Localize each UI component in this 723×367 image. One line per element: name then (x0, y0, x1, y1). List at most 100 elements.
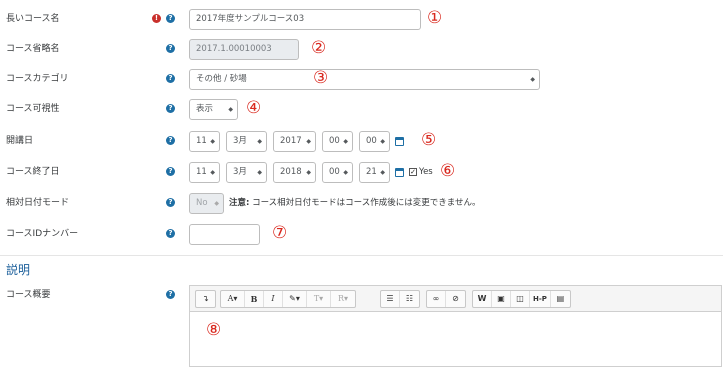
idnumber-input[interactable] (189, 224, 260, 245)
fullname-row: 長いコース名 ! ? 2017年度サンプルコース03 ① (0, 8, 723, 30)
font-size-icon[interactable]: T▾ (307, 291, 331, 307)
enddate-month-value: 3月 (233, 167, 247, 177)
required-icon: ! (152, 14, 161, 23)
relativedates-select[interactable]: No ◆ (189, 193, 224, 214)
relativedates-row: 相対日付モード ? No ◆ 注意: コース相対日付モードはコース作成後には変更… (0, 192, 723, 214)
summary-label: コース概要 (6, 290, 51, 300)
enddate-hour-select[interactable]: 00 ◆ (322, 162, 353, 183)
enddate-day-select[interactable]: 11 ◆ (189, 162, 220, 183)
marker-2: ② (311, 38, 327, 58)
chevron-down-icon: ◆ (257, 138, 262, 145)
startdate-minute-value: 00 (366, 136, 377, 146)
section-title: 説明 (6, 263, 31, 277)
startdate-day-value: 11 (196, 136, 207, 146)
help-icon[interactable]: ? (166, 167, 175, 176)
relativedates-label: 相対日付モード (6, 198, 70, 208)
marker-1: ① (427, 8, 443, 28)
relativedates-note: 注意: コース相対日付モードはコース作成後には変更できません。 (229, 192, 481, 214)
relativedates-value: No (196, 198, 208, 208)
visibility-value: 表示 (196, 104, 214, 114)
fullname-input[interactable]: 2017年度サンプルコース03 (189, 9, 421, 30)
relativedates-note-text: コース相対日付モードはコース作成後には変更できません。 (249, 198, 481, 208)
enddate-year-select[interactable]: 2018 ◆ (273, 162, 316, 183)
link-icon[interactable]: ∞ (427, 291, 446, 307)
enddate-label: コース終了日 (6, 167, 60, 177)
startdate-hour-select[interactable]: 00 ◆ (322, 131, 353, 152)
enddate-minute-select[interactable]: 21 ◆ (359, 162, 390, 183)
category-row: コースカテゴリ ? その他 / 砂場 ◆ ③ (0, 68, 723, 90)
enddate-hour-value: 00 (329, 167, 340, 177)
enddate-minute-value: 21 (366, 167, 377, 177)
help-icon[interactable]: ? (166, 290, 175, 299)
visibility-row: コース可視性 ? 表示 ◆ ④ (0, 98, 723, 120)
chevron-down-icon: ◆ (530, 76, 535, 83)
help-icon[interactable]: ? (166, 104, 175, 113)
paint-icon[interactable]: ✎▾ (283, 291, 307, 307)
toolbar-group-media: W ▣ ◫ H-P ▤ (472, 290, 571, 308)
toolbar-group-style: A▾ B I ✎▾ T▾ R▾ (220, 290, 356, 308)
enddate-enabled-label: Yes (419, 167, 433, 177)
startdate-day-select[interactable]: 11 ◆ (189, 131, 220, 152)
marker-5: ⑤ (421, 130, 437, 150)
help-icon[interactable]: ? (166, 74, 175, 83)
relativedates-note-strong: 注意: (229, 198, 250, 208)
italic-button[interactable]: I (264, 291, 283, 307)
toolbar-group-lists: ☰ ☷ (380, 290, 420, 308)
marker-8: ⑧ (206, 320, 222, 340)
bold-button[interactable]: B (245, 291, 264, 307)
startdate-row: 開講日 ? 11 ◆ 3月 ◆ 2017 ◆ 00 ◆ 00 ◆ ⑤ (0, 130, 723, 152)
media-icon[interactable]: ◫ (511, 291, 530, 307)
chevron-down-icon: ◆ (214, 200, 219, 207)
chevron-down-icon: ◆ (343, 138, 348, 145)
editor-toolbar: ↴ A▾ B I ✎▾ T▾ R▾ ☰ ☷ ∞ ⊘ W ▣ ◫ H-P ▤ (190, 286, 721, 312)
shortname-input[interactable]: 2017.1.00010003 (189, 39, 299, 60)
shortname-row: コース省略名 ? 2017.1.00010003 ② (0, 38, 723, 60)
idnumber-row: コースIDナンバー ? ⑦ (0, 223, 723, 245)
section-divider (0, 255, 723, 256)
ordered-list-icon[interactable]: ☷ (400, 291, 419, 307)
enddate-day-value: 11 (196, 167, 207, 177)
enddate-month-select[interactable]: 3月 ◆ (226, 162, 267, 183)
startdate-month-value: 3月 (233, 136, 247, 146)
rtl-icon[interactable]: R▾ (331, 291, 355, 307)
chevron-down-icon: ◆ (380, 138, 385, 145)
startdate-month-select[interactable]: 3月 ◆ (226, 131, 267, 152)
category-value: その他 / 砂場 (196, 74, 247, 84)
startdate-year-select[interactable]: 2017 ◆ (273, 131, 316, 152)
help-icon[interactable]: ? (166, 14, 175, 23)
unlink-icon[interactable]: ⊘ (446, 291, 465, 307)
toolbar-group-links: ∞ ⊘ (426, 290, 466, 308)
font-color-icon[interactable]: A▾ (221, 291, 245, 307)
help-icon[interactable]: ? (166, 198, 175, 207)
visibility-select[interactable]: 表示 ◆ (189, 99, 238, 120)
summary-editor[interactable]: ↴ A▾ B I ✎▾ T▾ R▾ ☰ ☷ ∞ ⊘ W ▣ ◫ H-P ▤ ⑧ (189, 285, 722, 367)
h5p-icon[interactable]: H-P (530, 291, 551, 307)
marker-7: ⑦ (272, 223, 288, 243)
collapse-icon[interactable]: ↴ (196, 291, 215, 307)
startdate-minute-select[interactable]: 00 ◆ (359, 131, 390, 152)
calendar-icon[interactable] (395, 137, 404, 146)
shortname-label: コース省略名 (6, 44, 60, 54)
unordered-list-icon[interactable]: ☰ (381, 291, 400, 307)
calendar-icon[interactable] (395, 168, 404, 177)
chevron-down-icon: ◆ (210, 138, 215, 145)
media-w-icon[interactable]: W (473, 291, 492, 307)
help-icon[interactable]: ? (166, 229, 175, 238)
toolbar-group-collapse: ↴ (195, 290, 216, 308)
image-icon[interactable]: ▣ (492, 291, 511, 307)
chevron-down-icon: ◆ (380, 169, 385, 176)
idnumber-label: コースIDナンバー (6, 229, 79, 239)
help-icon[interactable]: ? (166, 136, 175, 145)
chevron-down-icon: ◆ (343, 169, 348, 176)
help-icon[interactable]: ? (166, 44, 175, 53)
chevron-down-icon: ◆ (306, 169, 311, 176)
enddate-enabled-checkbox[interactable]: ✓ (409, 168, 417, 176)
startdate-label: 開講日 (6, 136, 34, 146)
file-icon[interactable]: ▤ (551, 291, 570, 307)
visibility-label: コース可視性 (6, 104, 60, 114)
startdate-hour-value: 00 (329, 136, 340, 146)
enddate-year-value: 2018 (280, 167, 302, 177)
chevron-down-icon: ◆ (306, 138, 311, 145)
category-select[interactable]: その他 / 砂場 ◆ (189, 69, 540, 90)
category-label: コースカテゴリ (6, 74, 69, 84)
